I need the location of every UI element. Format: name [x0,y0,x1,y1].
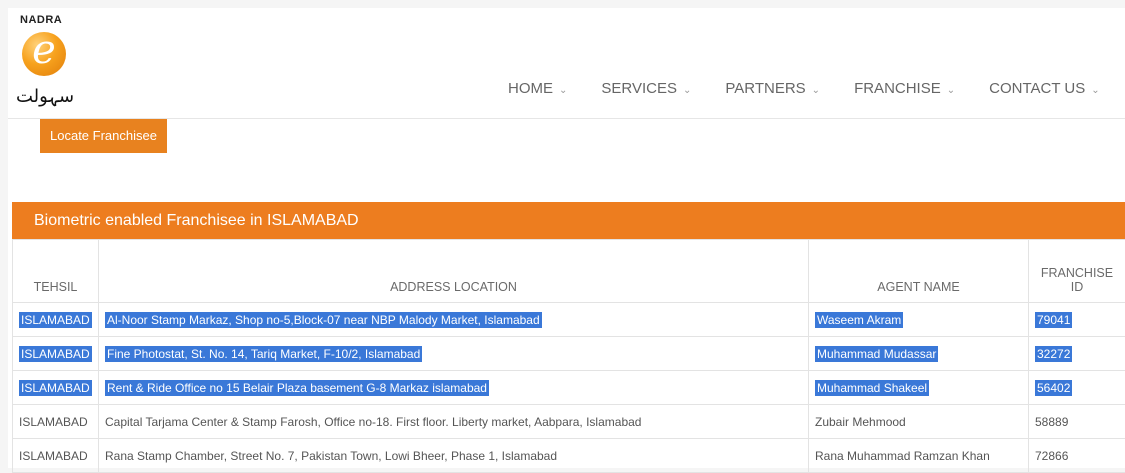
panel-title: Biometric enabled Franchisee in ISLAMABA… [12,202,1125,239]
cell-address-text: Fine Photostat, St. No. 14, Tariq Market… [105,346,422,362]
cell-address: Capital Tarjama Center & Stamp Farosh, O… [99,405,809,439]
table-row: ISLAMABAD Capital Tarjama Center & Stamp … [13,405,1125,439]
table-row: ISLAMABAD Al-Noor Stamp Markaz, Shop no-5… [13,303,1125,337]
cell-agent-name-text: Waseem Akram [815,312,903,328]
cell-agent-name-text: Rana Muhammad Ramzan Khan [815,449,990,463]
cell-address: Rent & Ride Office no 15 Belair Plaza ba… [99,371,809,405]
locate-franchisee-button[interactable]: Locate Franchisee [40,119,167,153]
cell-tehsil: ISLAMABAD [13,337,99,371]
nav-home[interactable]: HOME ⌄ [508,80,567,100]
nav-home-label: HOME [508,80,553,97]
cell-tehsil: ISLAMABAD [13,303,99,337]
cell-agent-name: Rana Muhammad Ramzan Khan [809,439,1029,473]
cell-address-text: Rent & Ride Office no 15 Belair Plaza ba… [105,380,489,396]
header-franchise-id: FRANCHISE ID [1029,240,1125,303]
nav-partners-label: PARTNERS [725,80,805,97]
nav-contact-us-label: CONTACT US [989,80,1085,97]
cell-address: Al-Noor Stamp Markaz, Shop no-5,Block-07… [99,303,809,337]
cell-tehsil: ISLAMABAD [13,371,99,405]
franchisee-table: TEHSIL ADDRESS LOCATION AGENT NAME FRANC… [12,239,1125,473]
table-body: ISLAMABAD Al-Noor Stamp Markaz, Shop no-5… [13,303,1125,473]
cell-franchise-id: 58889 [1029,405,1125,439]
cell-agent-name: Zubair Mehmood [809,405,1029,439]
cell-tehsil-text: ISLAMABAD [19,312,92,328]
nav-franchise[interactable]: FRANCHISE ⌄ [854,80,955,100]
cell-agent-name-text: Muhammad Mudassar [815,346,938,362]
cell-tehsil: ISLAMABAD [13,405,99,439]
cell-agent-name: Waseem Akram [809,303,1029,337]
table-row: ISLAMABAD Rent & Ride Office no 15 Belair… [13,371,1125,405]
header-agent-name: AGENT NAME [809,240,1029,303]
nav-services[interactable]: SERVICES ⌄ [601,80,691,100]
cell-tehsil: ISLAMABAD [13,439,99,473]
cell-address-text: Capital Tarjama Center & Stamp Farosh, O… [105,415,641,429]
cell-franchise-id-text: 72866 [1035,449,1068,463]
chevron-down-icon: ⌄ [947,85,955,96]
cell-franchise-id-text: 56402 [1035,380,1072,396]
cell-franchise-id-text: 32272 [1035,346,1072,362]
cell-franchise-id-text: 58889 [1035,415,1068,429]
nav-franchise-label: FRANCHISE [854,80,941,97]
table-header-row: TEHSIL ADDRESS LOCATION AGENT NAME FRANC… [13,240,1125,303]
logo-nadra-label: NADRA [20,14,62,26]
cell-tehsil-text: ISLAMABAD [19,449,88,463]
nav-partners[interactable]: PARTNERS ⌄ [725,80,820,100]
cell-tehsil-text: ISLAMABAD [19,346,92,362]
cell-franchise-id: 72866 [1029,439,1125,473]
logo-e-icon: e [22,28,66,72]
cell-agent-name-text: Zubair Mehmood [815,415,906,429]
table-row: ISLAMABAD Fine Photostat, St. No. 14, Tar… [13,337,1125,371]
nav-services-label: SERVICES [601,80,677,97]
main-nav: HOME ⌄ SERVICES ⌄ PARTNERS ⌄ FRANCHISE ⌄ CON… [508,80,1125,100]
cell-tehsil-text: ISLAMABAD [19,415,88,429]
cell-agent-name: Muhammad Shakeel [809,371,1029,405]
cell-address-text: Rana Stamp Chamber, Street No. 7, Pakist… [105,449,557,463]
cell-tehsil-text: ISLAMABAD [19,380,92,396]
cell-franchise-id-text: 79041 [1035,312,1072,328]
cell-address: Fine Photostat, St. No. 14, Tariq Market… [99,337,809,371]
chevron-down-icon: ⌄ [812,85,820,96]
chevron-down-icon: ⌄ [559,85,567,96]
cell-franchise-id: 79041 [1029,303,1125,337]
chevron-down-icon: ⌄ [1091,85,1099,96]
cell-franchise-id: 56402 [1029,371,1125,405]
header-tehsil: TEHSIL [13,240,99,303]
chevron-down-icon: ⌄ [683,85,691,96]
page: NADRA e سہولت HOME ⌄ SERVICES ⌄ PARTNERS ⌄ … [8,8,1125,468]
nav-contact-us[interactable]: CONTACT US ⌄ [989,80,1100,100]
cell-agent-name: Muhammad Mudassar [809,337,1029,371]
site-header: NADRA e سہولت HOME ⌄ SERVICES ⌄ PARTNERS ⌄ … [8,8,1125,119]
cell-address-text: Al-Noor Stamp Markaz, Shop no-5,Block-07… [105,312,542,328]
cell-address: Rana Stamp Chamber, Street No. 7, Pakist… [99,439,809,473]
cell-agent-name-text: Muhammad Shakeel [815,380,929,396]
cell-franchise-id: 32272 [1029,337,1125,371]
table-row: ISLAMABAD Rana Stamp Chamber, Street No. … [13,439,1125,473]
header-address-location: ADDRESS LOCATION [99,240,809,303]
logo-urdu-text: سہولت [16,86,74,107]
site-logo[interactable]: NADRA e سہولت [12,14,72,114]
